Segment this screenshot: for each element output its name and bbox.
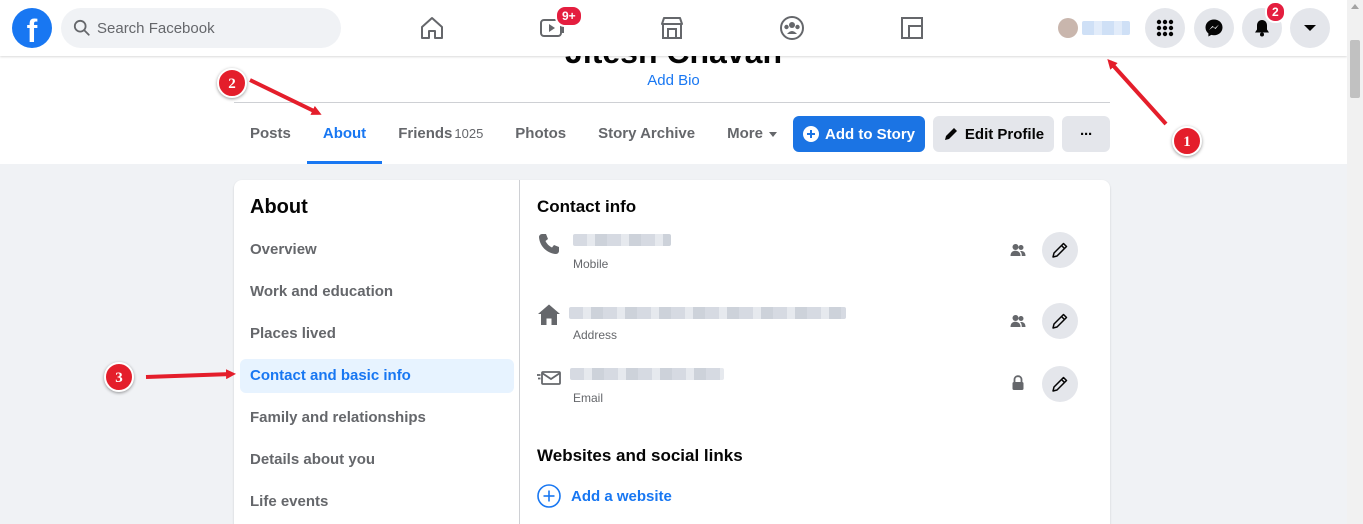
search-box[interactable] bbox=[61, 8, 341, 48]
avatar bbox=[1058, 18, 1078, 38]
email-icon bbox=[537, 371, 561, 385]
address-value-blurred bbox=[569, 307, 846, 319]
about-menu-family-relationships[interactable]: Family and relationships bbox=[240, 401, 514, 435]
pencil-icon bbox=[1052, 376, 1068, 392]
pencil-icon bbox=[1052, 242, 1068, 258]
gaming-icon bbox=[901, 17, 923, 39]
edit-address-button[interactable] bbox=[1042, 303, 1078, 339]
profile-name-blurred bbox=[1082, 21, 1130, 35]
add-website-link[interactable]: Add a website bbox=[537, 484, 672, 508]
notifications-button[interactable]: 2 bbox=[1242, 1, 1286, 48]
messenger-button[interactable] bbox=[1194, 8, 1234, 48]
groups-icon bbox=[780, 16, 804, 40]
page-scrollbar[interactable] bbox=[1347, 0, 1363, 524]
menu-button[interactable] bbox=[1145, 8, 1185, 48]
edit-profile-button[interactable]: Edit Profile bbox=[933, 116, 1054, 152]
profile-more-button[interactable]: ··· bbox=[1062, 116, 1110, 152]
facebook-logo[interactable]: f bbox=[12, 8, 52, 48]
address-label: Address bbox=[573, 328, 618, 342]
notifications-badge: 2 bbox=[1265, 1, 1286, 23]
search-input[interactable] bbox=[97, 19, 317, 37]
about-menu-overview[interactable]: Overview bbox=[240, 233, 514, 267]
plus-circle-icon bbox=[537, 484, 561, 508]
profile-tabs: Posts About Friends 1025 Photos Story Arc… bbox=[234, 112, 793, 164]
grid-menu-icon bbox=[1156, 19, 1174, 37]
scroll-thumb[interactable] bbox=[1350, 40, 1360, 98]
tab-friends[interactable]: Friends 1025 bbox=[382, 112, 499, 164]
edit-email-button[interactable] bbox=[1042, 366, 1078, 402]
pencil-icon bbox=[1052, 313, 1068, 329]
about-card: About Overview Work and education Places… bbox=[234, 180, 1110, 524]
profile-header: Jitesh Chavan Add Bio Posts About Friend… bbox=[0, 56, 1347, 164]
lock-icon bbox=[1012, 375, 1024, 390]
about-menu-life-events[interactable]: Life events bbox=[240, 485, 514, 519]
nav-home[interactable] bbox=[377, 8, 487, 48]
about-menu-work-education[interactable]: Work and education bbox=[240, 275, 514, 309]
add-to-story-label: Add to Story bbox=[825, 125, 915, 143]
top-navigation-bar: f 9+ 2 bbox=[0, 0, 1347, 56]
add-bio-text[interactable]: Add Bio bbox=[647, 72, 700, 89]
about-title: About bbox=[250, 196, 308, 218]
annotation-marker-2: 2 bbox=[217, 68, 247, 98]
mobile-label: Mobile bbox=[573, 257, 609, 271]
marketplace-icon bbox=[661, 17, 683, 39]
plus-circle-icon bbox=[803, 126, 819, 142]
tab-more[interactable]: More bbox=[711, 112, 793, 164]
edit-profile-label: Edit Profile bbox=[964, 125, 1045, 143]
edit-mobile-button[interactable] bbox=[1042, 232, 1078, 268]
mobile-value-blurred bbox=[573, 234, 671, 246]
tab-story-archive[interactable]: Story Archive bbox=[582, 112, 711, 164]
email-label: Email bbox=[573, 391, 604, 405]
pencil-icon bbox=[944, 128, 957, 140]
more-dots-icon: ··· bbox=[1080, 125, 1093, 143]
scroll-up-arrow-icon[interactable] bbox=[1351, 4, 1359, 9]
add-to-story-button[interactable]: Add to Story bbox=[793, 116, 925, 152]
contact-row-email: Email bbox=[537, 366, 1082, 416]
tab-more-label: More bbox=[727, 125, 763, 142]
email-value-blurred bbox=[570, 368, 724, 380]
contact-info-title: Contact info bbox=[537, 197, 637, 216]
tab-photos[interactable]: Photos bbox=[499, 112, 582, 164]
about-menu-contact-basic-info[interactable]: Contact and basic info bbox=[240, 359, 514, 393]
annotation-marker-3: 3 bbox=[104, 362, 134, 392]
about-sidebar: About Overview Work and education Places… bbox=[234, 180, 520, 524]
nav-marketplace[interactable] bbox=[617, 8, 727, 48]
contact-row-address: Address bbox=[537, 303, 1082, 353]
home-icon bbox=[421, 17, 443, 39]
profile-shortcut[interactable] bbox=[1048, 12, 1136, 44]
phone-icon bbox=[539, 234, 559, 254]
header-divider bbox=[234, 102, 1110, 103]
friends-icon bbox=[1010, 315, 1026, 327]
nav-gaming[interactable] bbox=[857, 8, 967, 48]
caret-down-icon bbox=[768, 131, 777, 137]
watch-badge: 9+ bbox=[555, 5, 583, 27]
tab-about[interactable]: About bbox=[306, 112, 383, 164]
add-website-label: Add a website bbox=[571, 487, 672, 505]
home-icon bbox=[538, 304, 560, 325]
annotation-marker-1: 1 bbox=[1172, 126, 1202, 156]
websites-title: Websites and social links bbox=[537, 446, 743, 465]
search-icon bbox=[73, 19, 90, 36]
annotation-arrow-3 bbox=[145, 369, 236, 380]
about-menu-details-about-you[interactable]: Details about you bbox=[240, 443, 514, 477]
friends-icon bbox=[1010, 244, 1026, 256]
caret-down-icon bbox=[1304, 25, 1316, 31]
friends-count: 1025 bbox=[454, 126, 484, 141]
account-menu-button[interactable] bbox=[1290, 8, 1330, 48]
tab-posts[interactable]: Posts bbox=[234, 112, 307, 164]
messenger-icon bbox=[1205, 19, 1223, 37]
contact-row-mobile: Mobile bbox=[537, 232, 1082, 282]
about-menu-places-lived[interactable]: Places lived bbox=[240, 317, 514, 351]
nav-groups[interactable] bbox=[737, 8, 847, 48]
nav-watch[interactable]: 9+ bbox=[497, 5, 607, 48]
tab-friends-label: Friends bbox=[398, 125, 453, 142]
add-bio-link: Add Bio bbox=[0, 72, 1347, 89]
